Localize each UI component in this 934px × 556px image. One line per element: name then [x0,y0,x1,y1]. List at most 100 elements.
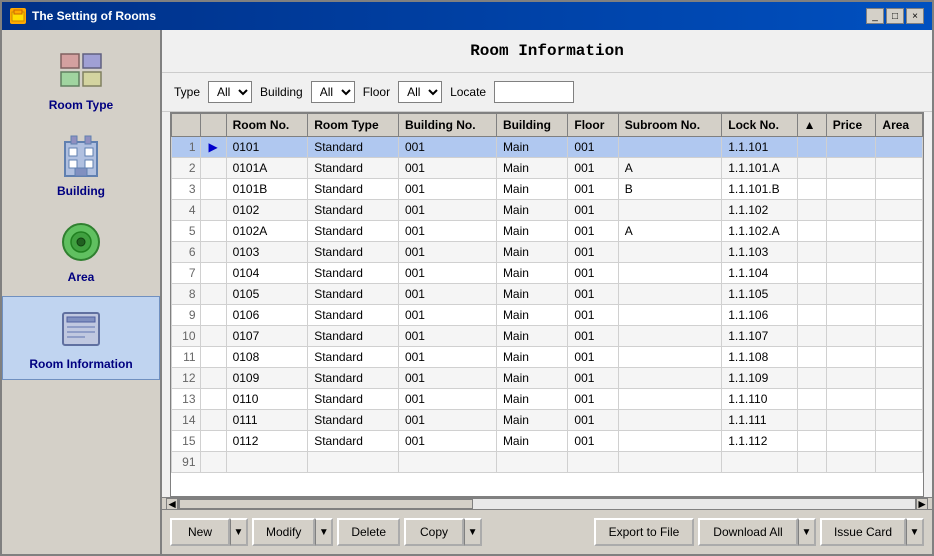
col-room-no[interactable]: Room No. [226,114,308,137]
issue-card-button[interactable]: Issue Card [820,518,906,546]
delete-button[interactable]: Delete [337,518,400,546]
scroll-left-button[interactable]: ◄ [166,498,178,510]
download-dropdown-button[interactable]: ▼ [798,518,816,546]
row-arrow [200,347,226,368]
cell-room-no: 0102 [226,200,308,221]
cell-building-no: 001 [398,200,496,221]
cell-lock-no: 1.1.102 [722,200,797,221]
table-row[interactable]: 30101BStandard001Main001B1.1.101.B [172,179,923,200]
sidebar-item-room-information[interactable]: Room Information [2,296,160,380]
locate-input[interactable] [494,81,574,103]
cell-flag [797,452,826,473]
col-area[interactable]: Area [876,114,923,137]
scroll-right-button[interactable]: ► [916,498,928,510]
cell-area [876,452,923,473]
cell-subroom-no [618,137,721,158]
table-row[interactable]: 80105Standard001Main0011.1.105 [172,284,923,305]
table-row[interactable]: 120109Standard001Main0011.1.109 [172,368,923,389]
floor-select[interactable]: All [398,81,442,103]
row-num: 14 [172,410,201,431]
col-building-no[interactable]: Building No. [398,114,496,137]
cell-room-no: 0110 [226,389,308,410]
table-row[interactable]: 1▶0101Standard001Main0011.1.101 [172,137,923,158]
col-room-type[interactable]: Room Type [308,114,399,137]
table-row[interactable]: 100107Standard001Main0011.1.107 [172,326,923,347]
table-row[interactable]: 91 [172,452,923,473]
cell-floor: 001 [568,137,618,158]
cell-building: Main [496,263,567,284]
sidebar-item-area[interactable]: Area [2,210,160,292]
table-row[interactable]: 150112Standard001Main0011.1.112 [172,431,923,452]
row-arrow [200,221,226,242]
filter-bar: Type All Building All Floor All Locate [162,73,932,112]
scrollbar-thumb[interactable] [179,499,473,509]
copy-button[interactable]: Copy [404,518,464,546]
modify-button[interactable]: Modify [252,518,315,546]
table-row[interactable]: 90106Standard001Main0011.1.106 [172,305,923,326]
col-floor[interactable]: Floor [568,114,618,137]
type-select[interactable]: All [208,81,252,103]
table-row[interactable]: 70104Standard001Main0011.1.104 [172,263,923,284]
building-select[interactable]: All [311,81,355,103]
sidebar-label-room-information: Room Information [29,357,132,371]
cell-room-type: Standard [308,221,399,242]
cell-room-type: Standard [308,200,399,221]
cell-price [826,221,876,242]
cell-price [826,242,876,263]
table-row[interactable]: 60103Standard001Main0011.1.103 [172,242,923,263]
row-arrow [200,263,226,284]
room-info-icon [57,305,105,353]
table-row[interactable]: 20101AStandard001Main001A1.1.101.A [172,158,923,179]
horizontal-scrollbar[interactable] [178,498,916,510]
cell-area [876,368,923,389]
cell-room-type: Standard [308,242,399,263]
cell-area [876,179,923,200]
cell-flag [797,221,826,242]
cell-subroom-no [618,242,721,263]
cell-area [876,410,923,431]
cell-floor: 001 [568,410,618,431]
col-subroom-no[interactable]: Subroom No. [618,114,721,137]
issue-dropdown-button[interactable]: ▼ [906,518,924,546]
cell-floor: 001 [568,347,618,368]
download-btn-group: Download All ▼ [698,518,816,546]
sidebar-item-building[interactable]: Building [2,124,160,206]
table-row[interactable]: 110108Standard001Main0011.1.108 [172,347,923,368]
row-num: 15 [172,431,201,452]
cell-flag [797,347,826,368]
cell-floor: 001 [568,326,618,347]
table-row[interactable]: 50102AStandard001Main001A1.1.102.A [172,221,923,242]
modify-dropdown-button[interactable]: ▼ [315,518,333,546]
sidebar-label-building: Building [57,184,105,198]
cell-flag [797,368,826,389]
col-lock-no[interactable]: Lock No. [722,114,797,137]
maximize-button[interactable]: □ [886,8,904,24]
col-price[interactable]: Price [826,114,876,137]
cell-flag [797,242,826,263]
copy-dropdown-button[interactable]: ▼ [464,518,482,546]
row-arrow [200,326,226,347]
new-dropdown-button[interactable]: ▼ [230,518,248,546]
row-arrow [200,179,226,200]
col-num [172,114,201,137]
content-area: Room Type Building [2,30,932,554]
col-building[interactable]: Building [496,114,567,137]
cell-floor: 001 [568,158,618,179]
new-button[interactable]: New [170,518,230,546]
sidebar-item-room-type[interactable]: Room Type [2,38,160,120]
cell-flag [797,305,826,326]
cell-room-type: Standard [308,368,399,389]
room-type-icon [57,46,105,94]
table-row[interactable]: 130110Standard001Main0011.1.110 [172,389,923,410]
minimize-button[interactable]: _ [866,8,884,24]
footer-bar: New ▼ Modify ▼ Delete Copy ▼ Export to F… [162,509,932,554]
table-row[interactable]: 140111Standard001Main0011.1.111 [172,410,923,431]
download-button[interactable]: Download All [698,518,798,546]
close-button[interactable]: × [906,8,924,24]
new-btn-group: New ▼ [170,518,248,546]
cell-floor: 001 [568,284,618,305]
cell-lock-no: 1.1.101 [722,137,797,158]
cell-subroom-no [618,368,721,389]
table-row[interactable]: 40102Standard001Main0011.1.102 [172,200,923,221]
export-button[interactable]: Export to File [594,518,694,546]
